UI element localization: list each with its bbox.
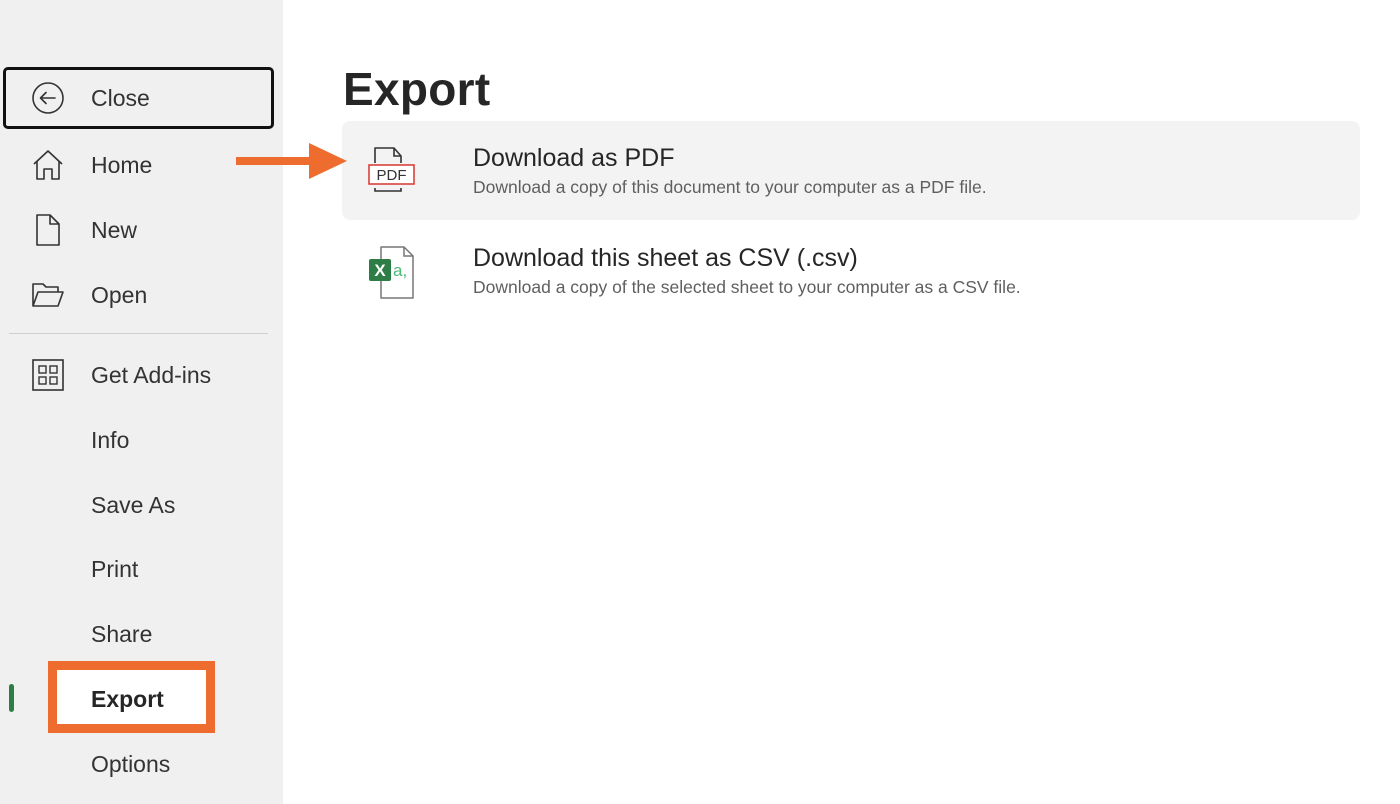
sidebar-divider [9,333,268,334]
sidebar-item-info[interactable]: Info [3,409,274,471]
sidebar-item-options[interactable]: Options [3,733,274,795]
pdf-file-icon: PDF [364,143,420,199]
sidebar-item-label: Home [91,151,153,178]
excel-csv-file-icon: X a, [364,243,420,299]
sidebar-item-label: Save As [91,491,176,518]
add-ins-grid-icon [30,357,66,393]
sidebar-item-label: New [91,216,138,243]
sidebar-item-label: Info [91,426,130,453]
option-description: Download a copy of the selected sheet to… [473,277,1021,297]
backstage-sidebar: Close Home New Open Get Add-ins Info Sav… [0,0,283,804]
sidebar-item-home[interactable]: Home [3,134,274,196]
svg-text:X: X [374,261,386,280]
sidebar-item-save-as[interactable]: Save As [3,474,274,536]
sidebar-item-open[interactable]: Open [3,264,274,326]
sidebar-item-print[interactable]: Print [3,538,274,600]
sidebar-item-new[interactable]: New [3,199,274,261]
folder-open-icon [30,277,66,313]
option-title: Download this sheet as CSV (.csv) [473,244,858,272]
svg-text:a,: a, [393,261,407,280]
download-pdf-option[interactable]: PDF Download as PDF Download a copy of t… [342,121,1360,220]
sidebar-item-get-add-ins[interactable]: Get Add-ins [3,344,274,406]
sidebar-item-label: Share [91,620,153,647]
sidebar-item-label: Get Add-ins [91,361,212,388]
new-document-icon [30,212,66,248]
page-title: Export [343,63,491,115]
home-icon [30,147,66,183]
sidebar-item-label: Print [91,555,139,582]
sidebar-item-share[interactable]: Share [3,603,274,665]
sidebar-item-label: Options [91,750,171,777]
sidebar-item-export[interactable]: Export [3,668,274,730]
sidebar-item-close[interactable]: Close [3,67,274,129]
option-description: Download a copy of this document to your… [473,177,987,197]
annotation-arrow-icon [236,143,347,179]
download-csv-option[interactable]: X a, Download this sheet as CSV (.csv) D… [342,221,1360,320]
sidebar-item-label: Export [91,685,164,712]
back-arrow-circle-icon [30,80,66,116]
pdf-icon-text: PDF [377,167,407,184]
sidebar-item-label: Close [91,84,150,111]
option-title: Download as PDF [473,144,675,172]
sidebar-item-label: Open [91,281,148,308]
